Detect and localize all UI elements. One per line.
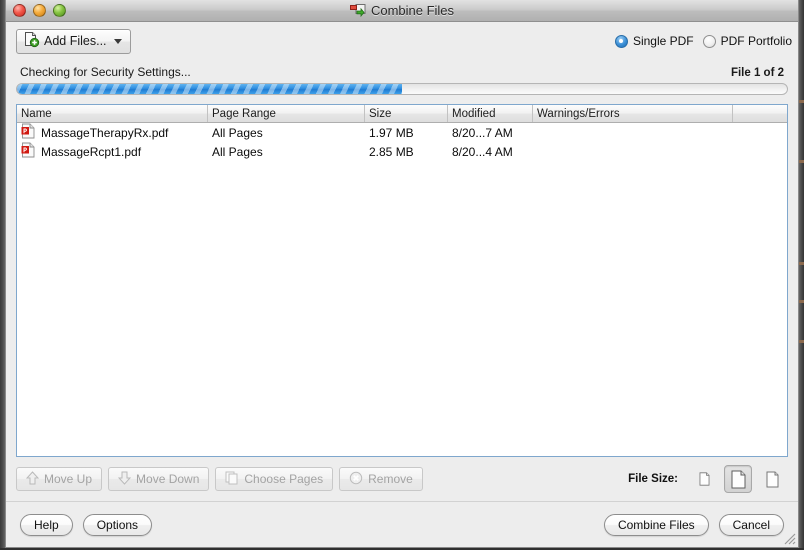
column-header-page-range[interactable]: Page Range [208,105,365,122]
move-down-button[interactable]: Move Down [108,467,210,491]
table-row[interactable]: MassageTherapyRx.pdf All Pages 1.97 MB 8/20… [17,123,787,142]
add-files-button[interactable]: Add Files... [16,28,131,54]
close-button[interactable] [13,4,26,17]
add-files-label: Add Files... [44,34,107,48]
cell-page_range: All Pages [212,125,263,140]
toolbar: Add Files... Single PDF PDF Portfolio [6,22,798,60]
minimize-button[interactable] [33,4,46,17]
file-name-text: MassageRcpt1.pdf [41,144,142,159]
radio-pdf-portfolio[interactable]: PDF Portfolio [702,34,792,48]
radio-indicator-single-pdf[interactable] [614,34,628,48]
combine-files-button[interactable]: Combine Files [603,513,709,536]
combine-files-window: Combine Files Add Files... Single PDF PD… [5,0,799,548]
radio-label-single-pdf: Single PDF [632,34,694,48]
move-up-button[interactable]: Move Up [16,467,103,491]
larger-file-size-button[interactable] [758,465,786,493]
cell-size: 1.97 MB [369,125,414,140]
cancel-button[interactable]: Cancel [718,513,784,536]
resize-grip[interactable] [782,531,796,545]
window-controls[interactable] [13,4,66,17]
arrow-up-icon [25,470,40,488]
pdf-file-icon [21,142,36,161]
remove-x-icon [349,471,363,488]
move-down-label: Move Down [136,472,200,486]
file-name-text: MassageTherapyRx.pdf [41,125,169,140]
help-button[interactable]: Help [20,513,73,536]
move-up-label: Move Up [44,472,93,486]
cell-file-name: MassageTherapyRx.pdf [17,123,208,142]
cell-modified: 8/20...4 AM [452,144,513,159]
remove-label: Remove [368,472,413,486]
file-list-body[interactable]: MassageTherapyRx.pdf All Pages 1.97 MB 8/20… [17,123,787,456]
status-panel: Checking for Security Settings... File 1… [16,60,788,100]
radio-single-pdf[interactable]: Single PDF [614,34,694,48]
column-header-blank[interactable] [733,105,787,122]
file-size-label: File Size: [628,473,678,485]
footer-bar: Help Options Combine Files Cancel [6,501,798,547]
window-title: Combine Files [370,3,455,18]
file-list[interactable]: Name Page Range Size Modified Warnings/Error… [16,104,788,457]
smaller-file-size-button[interactable] [690,465,718,493]
pages-icon [225,471,239,488]
file-size-selector[interactable]: File Size: [628,457,786,501]
column-header-modified[interactable]: Modified [448,105,533,122]
pdf-file-icon [21,123,36,142]
remove-button[interactable]: Remove [339,467,423,491]
column-header-size[interactable]: Size [365,105,448,122]
radio-indicator-pdf-portfolio[interactable] [702,34,716,48]
window-titlebar[interactable]: Combine Files [6,0,798,22]
progress-bar [16,83,788,95]
combine-files-icon [349,3,366,18]
add-document-icon [23,31,40,51]
action-bar: Move Up Move Down Choose Pages Remove Fi… [6,457,798,501]
file-count-label: File 1 of 2 [730,67,784,79]
arrow-down-icon [117,471,132,488]
output-type-radio-group[interactable]: Single PDF PDF Portfolio [614,22,792,60]
choose-pages-button[interactable]: Choose Pages [215,467,334,491]
cell-modified: 8/20...7 AM [452,125,513,140]
column-header-name[interactable]: Name [17,105,208,122]
status-message: Checking for Security Settings... [20,65,191,79]
progress-bar-fill [17,84,402,94]
zoom-button[interactable] [53,4,66,17]
table-row[interactable]: MassageRcpt1.pdf All Pages 2.85 MB 8/20...4… [17,142,787,161]
radio-label-pdf-portfolio: PDF Portfolio [720,34,792,48]
cell-size: 2.85 MB [369,144,414,159]
options-button[interactable]: Options [82,513,153,536]
choose-pages-label: Choose Pages [244,472,324,486]
chevron-down-icon[interactable] [113,38,122,44]
medium-file-size-button[interactable] [724,465,752,493]
column-header-warnings-errors[interactable]: Warnings/Errors [533,105,733,122]
file-list-header[interactable]: Name Page Range Size Modified Warnings/Error… [17,105,787,123]
cell-page_range: All Pages [212,144,263,159]
cell-file-name: MassageRcpt1.pdf [17,142,208,161]
